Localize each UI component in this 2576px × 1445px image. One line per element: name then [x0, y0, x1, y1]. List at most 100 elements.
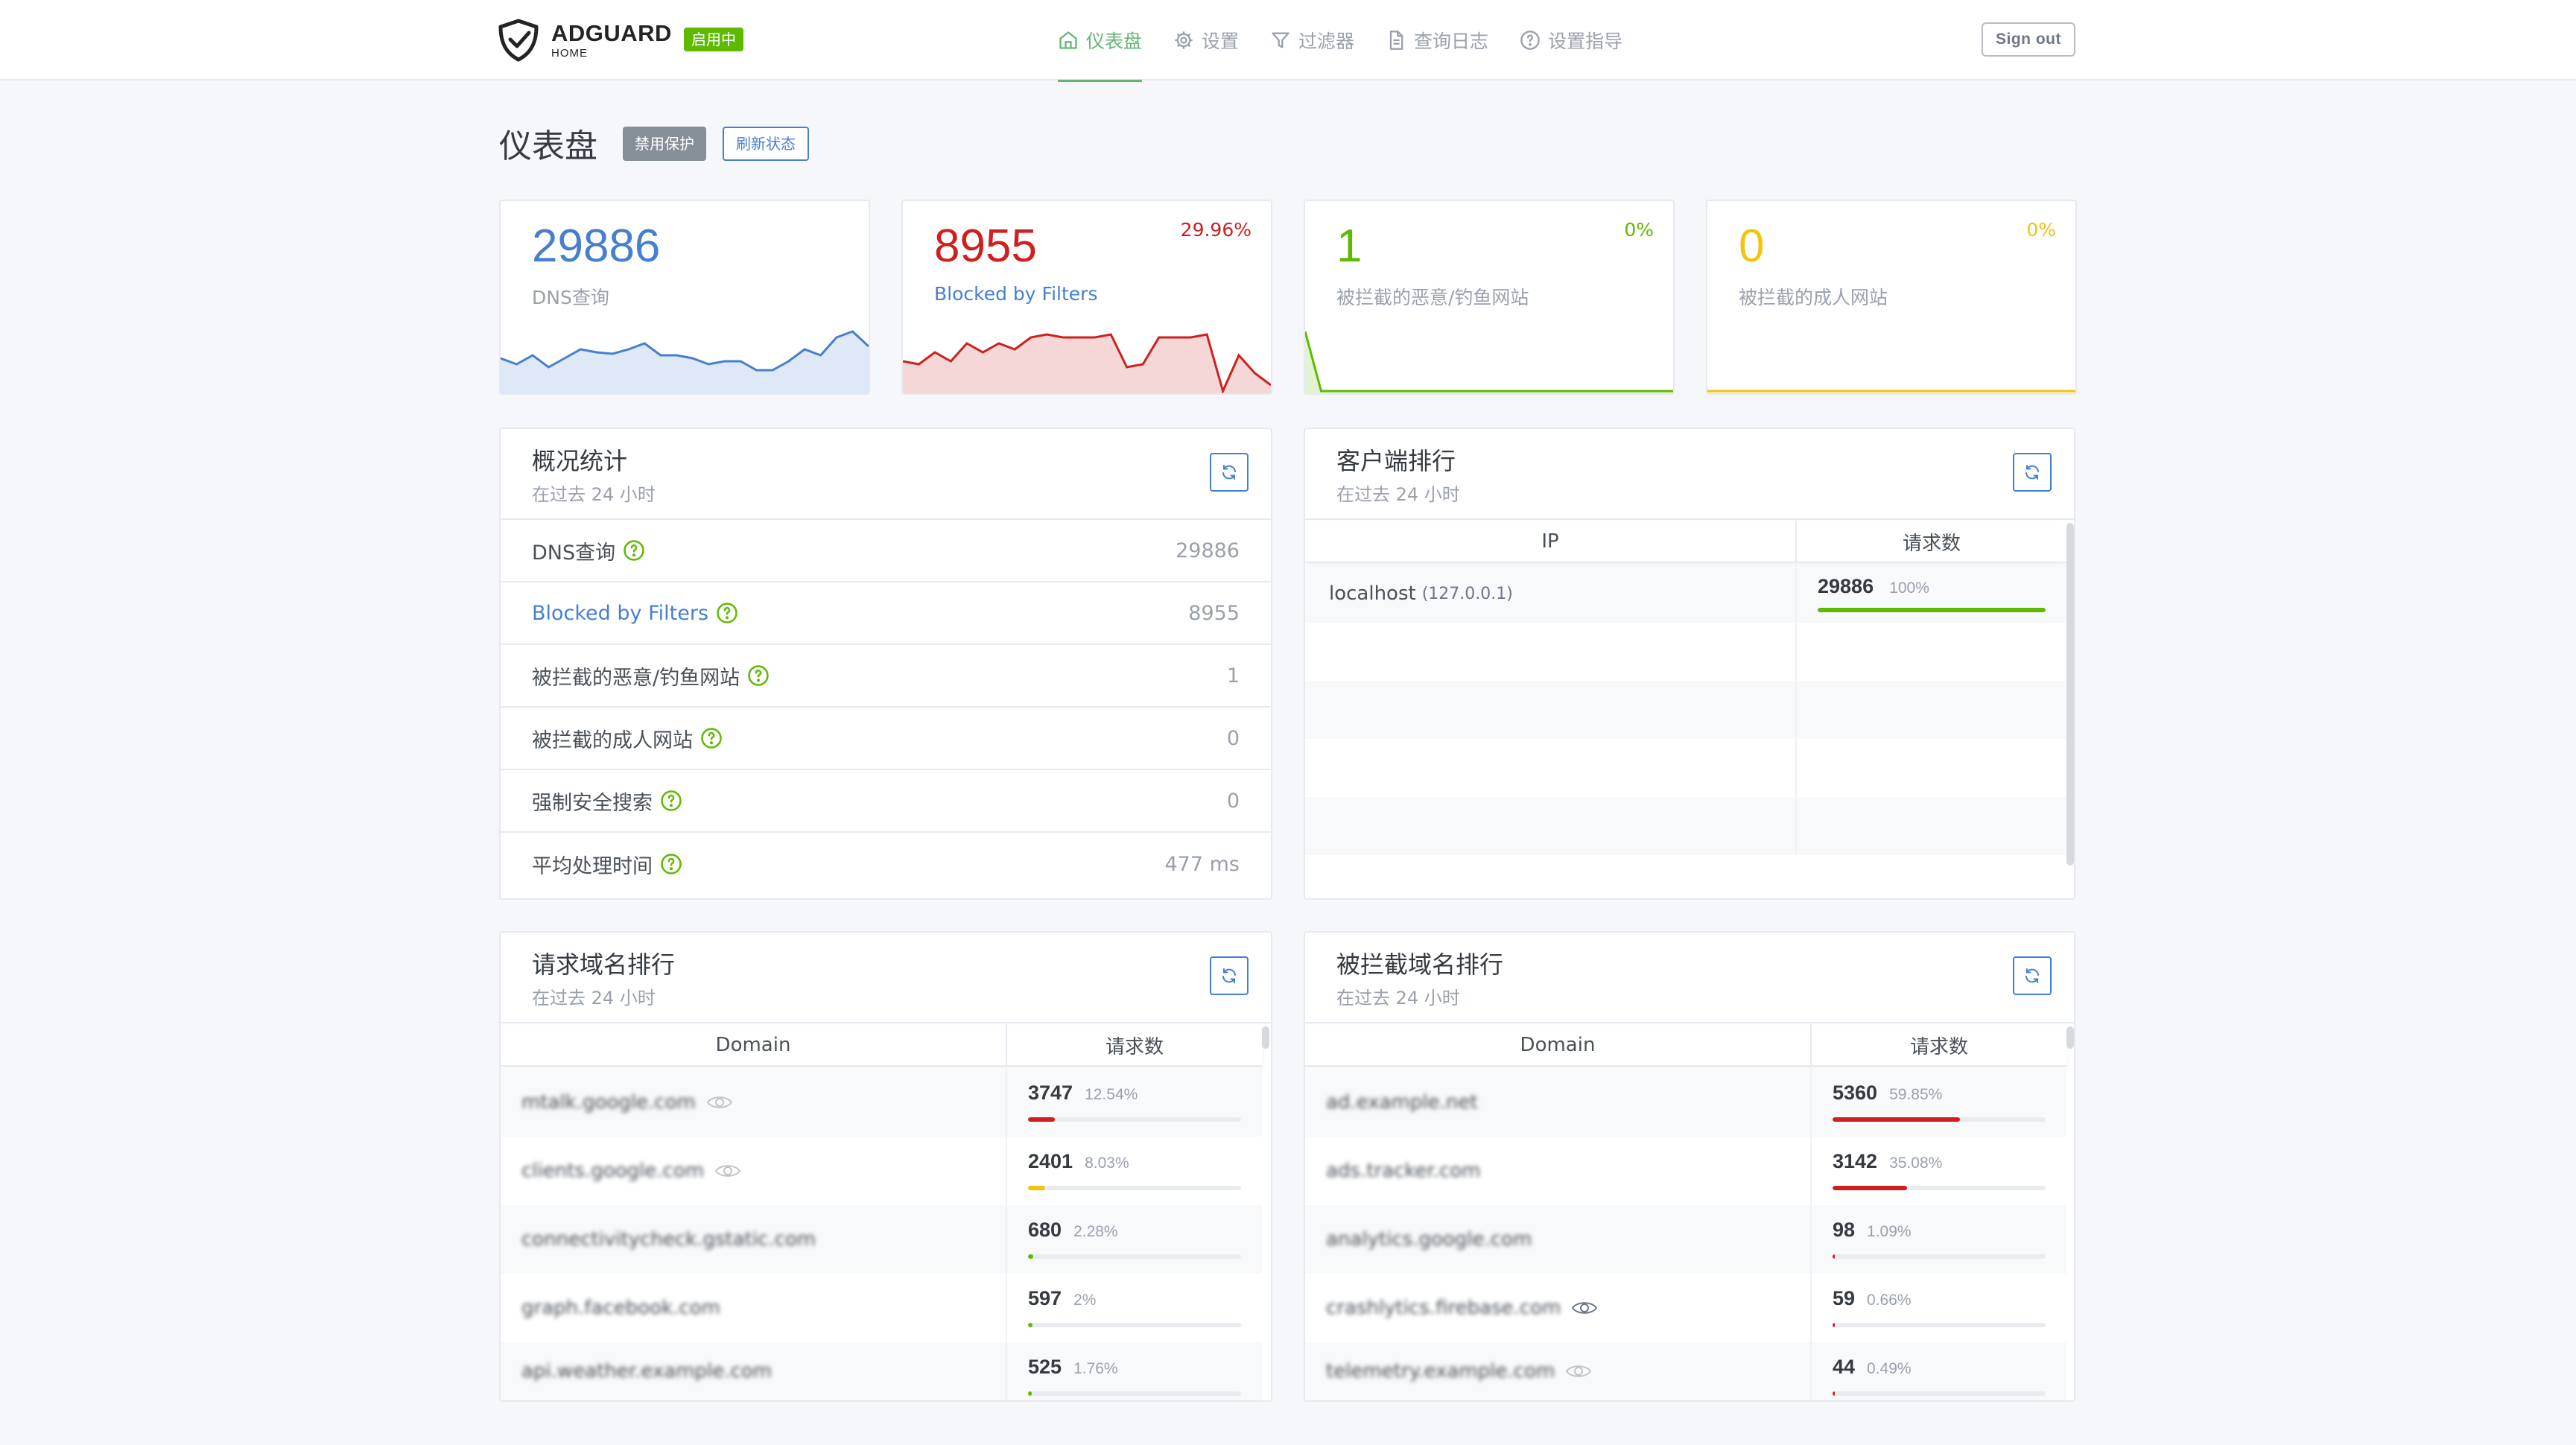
table-header: IP 请求数 [1305, 521, 2066, 563]
request-percent: 8.03% [1085, 1155, 1129, 1172]
page-title: 仪表盘 [499, 127, 597, 165]
progress-fill [1028, 1391, 1032, 1396]
progress-track [1833, 1186, 2046, 1190]
nav-setup-guide-label: 设置指导 [1548, 31, 1623, 52]
sparkline-chart [1707, 390, 2075, 393]
main-nav: 仪表盘 设置 过滤器 查询日志 设置指导 [1058, 0, 1654, 82]
refresh-icon [1222, 465, 1236, 480]
nav-setup-guide[interactable]: 设置指导 [1520, 0, 1622, 80]
row-value: 0 [1226, 789, 1240, 813]
panel-title: 客户端排行 [1336, 447, 1456, 475]
progress-track [1028, 1391, 1241, 1396]
eye-icon[interactable] [1565, 1362, 1592, 1380]
table-row: ad.example.net 5360 59.85% [1305, 1068, 2066, 1137]
domain-name[interactable]: ads.tracker.com [1326, 1160, 1481, 1182]
table-row: api.weather.example.com 525 1.76% [501, 1342, 1262, 1400]
column-header-requests[interactable]: 请求数 [1812, 1024, 2066, 1066]
progress-track [1028, 1254, 1241, 1259]
scrollbar[interactable] [2066, 523, 2074, 866]
sparkline-chart [903, 333, 1271, 393]
progress-fill [1028, 1323, 1032, 1327]
column-header-requests[interactable]: 请求数 [1007, 1024, 1262, 1066]
client-name: localhost [1329, 582, 1416, 605]
progress-fill [1833, 1323, 1835, 1327]
panel-title: 请求域名排行 [532, 950, 676, 979]
column-header-ip[interactable]: IP [1305, 521, 1797, 562]
row-value: 0 [1226, 726, 1240, 750]
domain-name[interactable]: api.weather.example.com [521, 1360, 772, 1382]
refresh-panel-button[interactable] [2013, 956, 2052, 995]
request-count: 3747 [1028, 1082, 1073, 1104]
help-icon[interactable] [660, 853, 682, 875]
help-icon[interactable] [700, 727, 723, 749]
request-percent: 0.66% [1867, 1292, 1912, 1309]
nav-filters[interactable]: 过滤器 [1270, 0, 1354, 80]
refresh-panel-button[interactable] [1210, 956, 1249, 995]
domain-name[interactable]: graph.facebook.com [521, 1297, 720, 1319]
domain-name[interactable]: connectivitycheck.gstatic.com [521, 1228, 816, 1251]
table-row: mtalk.google.com 3747 12.54% [501, 1068, 1262, 1137]
column-header-domain[interactable]: Domain [501, 1024, 1007, 1066]
progress-track [1833, 1254, 2046, 1259]
shield-check-icon [498, 19, 539, 62]
divider [501, 1022, 1271, 1023]
scrollbar[interactable] [1262, 1026, 1269, 1049]
panel-subtitle: 在过去 24 小时 [1336, 484, 1460, 505]
refresh-icon [1222, 968, 1236, 983]
request-count: 525 [1028, 1356, 1062, 1378]
home-icon [1059, 31, 1077, 49]
scrollbar[interactable] [2066, 1026, 2074, 1049]
disable-protection-button[interactable]: 禁用保护 [623, 127, 706, 161]
progress-fill [1833, 1186, 1908, 1190]
sparkline-area [1305, 331, 1673, 393]
domain-name[interactable]: telemetry.example.com [1326, 1360, 1555, 1382]
stat-label: Blocked by Filters [934, 283, 1098, 305]
progress-fill [1028, 1117, 1055, 1122]
table-row-empty [1305, 681, 2066, 739]
column-header-requests[interactable]: 请求数 [1797, 521, 2066, 562]
nav-dashboard-label: 仪表盘 [1086, 31, 1143, 52]
gear-icon [1175, 31, 1193, 49]
top-queried-domains-panel: 请求域名排行 在过去 24 小时 Domain 请求数 mtalk.google… [499, 931, 1272, 1402]
adguard-logo[interactable]: ADGUARD HOME [496, 18, 672, 63]
nav-query-log[interactable]: 查询日志 [1386, 0, 1488, 80]
request-count: 3142 [1833, 1150, 1878, 1172]
table-row-empty [1305, 623, 2066, 681]
overview-row-malware: 被拦截的恶意/钓鱼网站 1 [501, 645, 1271, 708]
request-percent: 0.49% [1867, 1360, 1912, 1377]
top-clients-panel: 客户端排行 在过去 24 小时 IP 请求数 localhost (127.0.… [1304, 428, 2075, 900]
refresh-panel-button[interactable] [1210, 453, 1249, 492]
nav-dashboard[interactable]: 仪表盘 [1058, 0, 1143, 82]
domain-name[interactable]: clients.google.com [521, 1160, 704, 1182]
request-count: 597 [1028, 1287, 1062, 1309]
stat-percent: 0% [1624, 219, 1654, 241]
nav-settings[interactable]: 设置 [1173, 0, 1239, 80]
row-label[interactable]: Blocked by Filters [532, 602, 708, 625]
request-count: 5360 [1833, 1082, 1878, 1104]
help-icon[interactable] [747, 664, 770, 687]
column-header-domain[interactable]: Domain [1305, 1024, 1812, 1066]
help-icon[interactable] [660, 790, 682, 812]
refresh-panel-button[interactable] [2013, 453, 2052, 492]
overview-row-safe-search: 强制安全搜索 0 [501, 770, 1271, 833]
filter-icon [1272, 32, 1289, 48]
domain-name[interactable]: crashlytics.firebase.com [1326, 1297, 1561, 1319]
domain-name[interactable]: mtalk.google.com [521, 1091, 696, 1114]
request-percent: 1.09% [1867, 1223, 1912, 1240]
sign-out-button[interactable]: Sign out [1982, 22, 2075, 57]
eye-icon[interactable] [714, 1162, 741, 1180]
overview-stats-panel: 概况统计 在过去 24 小时 DNS查询 29886 Blocked by Fi… [499, 428, 1272, 900]
request-count: 98 [1833, 1219, 1856, 1241]
eye-icon[interactable] [706, 1093, 733, 1111]
domain-name[interactable]: ad.example.net [1326, 1091, 1478, 1114]
panel-subtitle: 在过去 24 小时 [1336, 988, 1460, 1009]
progress-track [1028, 1186, 1241, 1190]
refresh-status-button[interactable]: 刷新状态 [723, 127, 809, 161]
domain-name[interactable]: analytics.google.com [1326, 1228, 1532, 1251]
eye-icon[interactable] [1571, 1299, 1598, 1317]
stat-card-dns-queries: 29886 DNS查询 [499, 200, 870, 395]
help-icon[interactable] [623, 539, 645, 562]
stat-label: 被拦截的恶意/钓鱼网站 [1336, 287, 1529, 308]
help-icon[interactable] [716, 602, 738, 624]
request-percent: 35.08% [1889, 1155, 1943, 1172]
